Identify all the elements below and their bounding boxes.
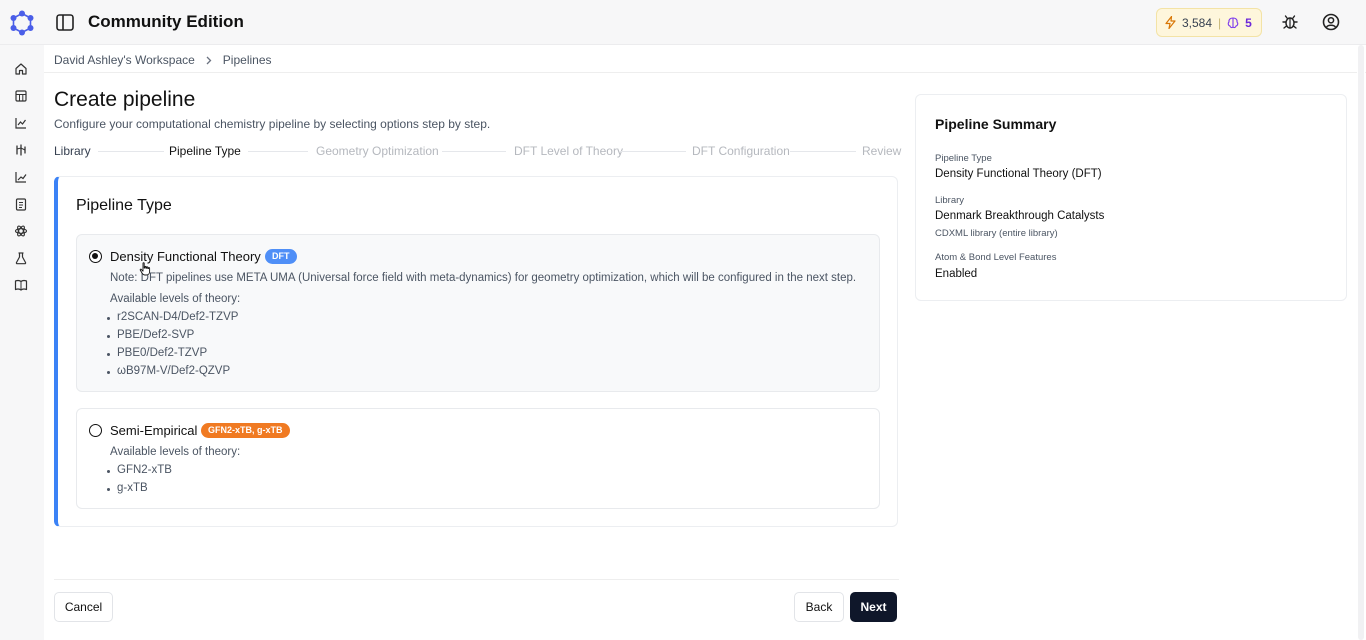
- option-semi-empirical[interactable]: Semi-Empirical GFN2-xTB, g-xTB Available…: [76, 408, 880, 509]
- option-note: Note: DFT pipelines use META UMA (Univer…: [110, 272, 857, 284]
- step-connector: [620, 151, 686, 152]
- level-item: ωB97M-V/Def2-QZVP: [106, 365, 231, 377]
- available-levels-label: Available levels of theory:: [110, 446, 241, 458]
- pipeline-icon[interactable]: [14, 143, 28, 157]
- step-dft-level-of-theory: DFT Level of Theory: [514, 144, 623, 158]
- summary-features-label: Atom & Bond Level Features: [935, 252, 1057, 263]
- credits-badge[interactable]: 3,584 | 5: [1156, 8, 1262, 37]
- option-badge: GFN2-xTB, g-xTB: [201, 423, 290, 438]
- summary-library-detail: CDXML library (entire library): [935, 228, 1058, 239]
- tokens-value: 5: [1245, 15, 1252, 30]
- step-pipeline-type[interactable]: Pipeline Type: [169, 144, 241, 158]
- chevron-right-icon: [206, 56, 212, 64]
- bolt-icon: [1165, 16, 1176, 29]
- credits-value: 3,584: [1182, 15, 1213, 30]
- trend-icon[interactable]: [14, 170, 28, 184]
- left-sidebar: [0, 45, 44, 640]
- footer-divider: [54, 579, 899, 580]
- step-connector: [790, 151, 856, 152]
- option-title: Semi-Empirical: [110, 423, 198, 438]
- breadcrumb-workspace[interactable]: David Ashley's Workspace: [54, 53, 195, 67]
- next-button[interactable]: Next: [850, 592, 897, 622]
- pipeline-type-card: Pipeline Type Density Functional Theory …: [54, 176, 898, 527]
- step-connector: [442, 151, 506, 152]
- option-title: Density Functional Theory: [110, 249, 261, 264]
- step-dft-configuration: DFT Configuration: [692, 144, 790, 158]
- account-icon[interactable]: [1321, 12, 1341, 32]
- page-scrollbar[interactable]: [1357, 45, 1365, 640]
- chart-icon[interactable]: [14, 116, 28, 130]
- table-icon[interactable]: [14, 89, 28, 103]
- summary-library-value: Denmark Breakthrough Catalysts: [935, 210, 1105, 222]
- level-item: PBE/Def2-SVP: [106, 329, 195, 341]
- step-connector: [248, 151, 308, 152]
- radio-dft[interactable]: [89, 250, 102, 263]
- app-title: Community Edition: [88, 12, 244, 31]
- breadcrumb: David Ashley's Workspace Pipelines: [54, 53, 272, 67]
- sidebar-toggle-icon[interactable]: [56, 14, 74, 31]
- summary-features-value: Enabled: [935, 268, 978, 280]
- step-review: Review: [862, 144, 902, 158]
- stepper: Library Pipeline Type Geometry Optimizat…: [54, 144, 901, 158]
- scrollbar-thumb[interactable]: [1358, 45, 1364, 640]
- breadcrumb-current[interactable]: Pipelines: [223, 53, 272, 67]
- card-title: Pipeline Type: [76, 197, 172, 214]
- flask-icon[interactable]: [14, 251, 28, 265]
- step-library[interactable]: Library: [54, 144, 91, 158]
- level-item: GFN2-xTB: [107, 464, 172, 476]
- breadcrumb-divider: [44, 72, 1366, 73]
- summary-library-label: Library: [935, 195, 965, 206]
- credits-separator: |: [1218, 15, 1222, 30]
- page-subtitle: Configure your computational chemistry p…: [54, 117, 491, 131]
- hand-cursor-icon: [139, 262, 151, 276]
- top-bar: Community Edition 3,584 | 5: [0, 0, 1366, 45]
- pipeline-summary-panel: Pipeline Summary Pipeline Type Density F…: [915, 94, 1347, 301]
- bug-icon[interactable]: [1280, 12, 1300, 32]
- step-geometry-optimization: Geometry Optimization: [316, 144, 439, 158]
- available-levels-label: Available levels of theory:: [110, 293, 241, 305]
- cancel-button[interactable]: Cancel: [54, 592, 113, 622]
- summary-pipeline-type-value: Density Functional Theory (DFT): [935, 168, 1102, 180]
- level-item: PBE0/Def2-TZVP: [106, 347, 208, 359]
- level-item: g-xTB: [107, 482, 148, 494]
- radio-semi-empirical[interactable]: [89, 424, 102, 437]
- back-button[interactable]: Back: [794, 592, 844, 622]
- logo-icon[interactable]: [9, 10, 35, 36]
- clipboard-icon[interactable]: [14, 197, 28, 211]
- level-item: r2SCAN-D4/Def2-TZVP: [106, 311, 239, 323]
- summary-pipeline-type-label: Pipeline Type: [935, 153, 992, 164]
- book-icon[interactable]: [14, 278, 28, 292]
- page-title: Create pipeline: [54, 88, 196, 111]
- main-content: David Ashley's Workspace Pipelines Creat…: [44, 45, 1366, 640]
- molecule-icon[interactable]: [14, 224, 28, 238]
- brain-icon: [1227, 16, 1239, 28]
- step-connector: [98, 151, 164, 152]
- home-icon[interactable]: [14, 62, 28, 76]
- option-dft[interactable]: Density Functional Theory DFT Note: DFT …: [76, 234, 880, 392]
- summary-title: Pipeline Summary: [935, 116, 1057, 132]
- option-badge: DFT: [265, 249, 297, 264]
